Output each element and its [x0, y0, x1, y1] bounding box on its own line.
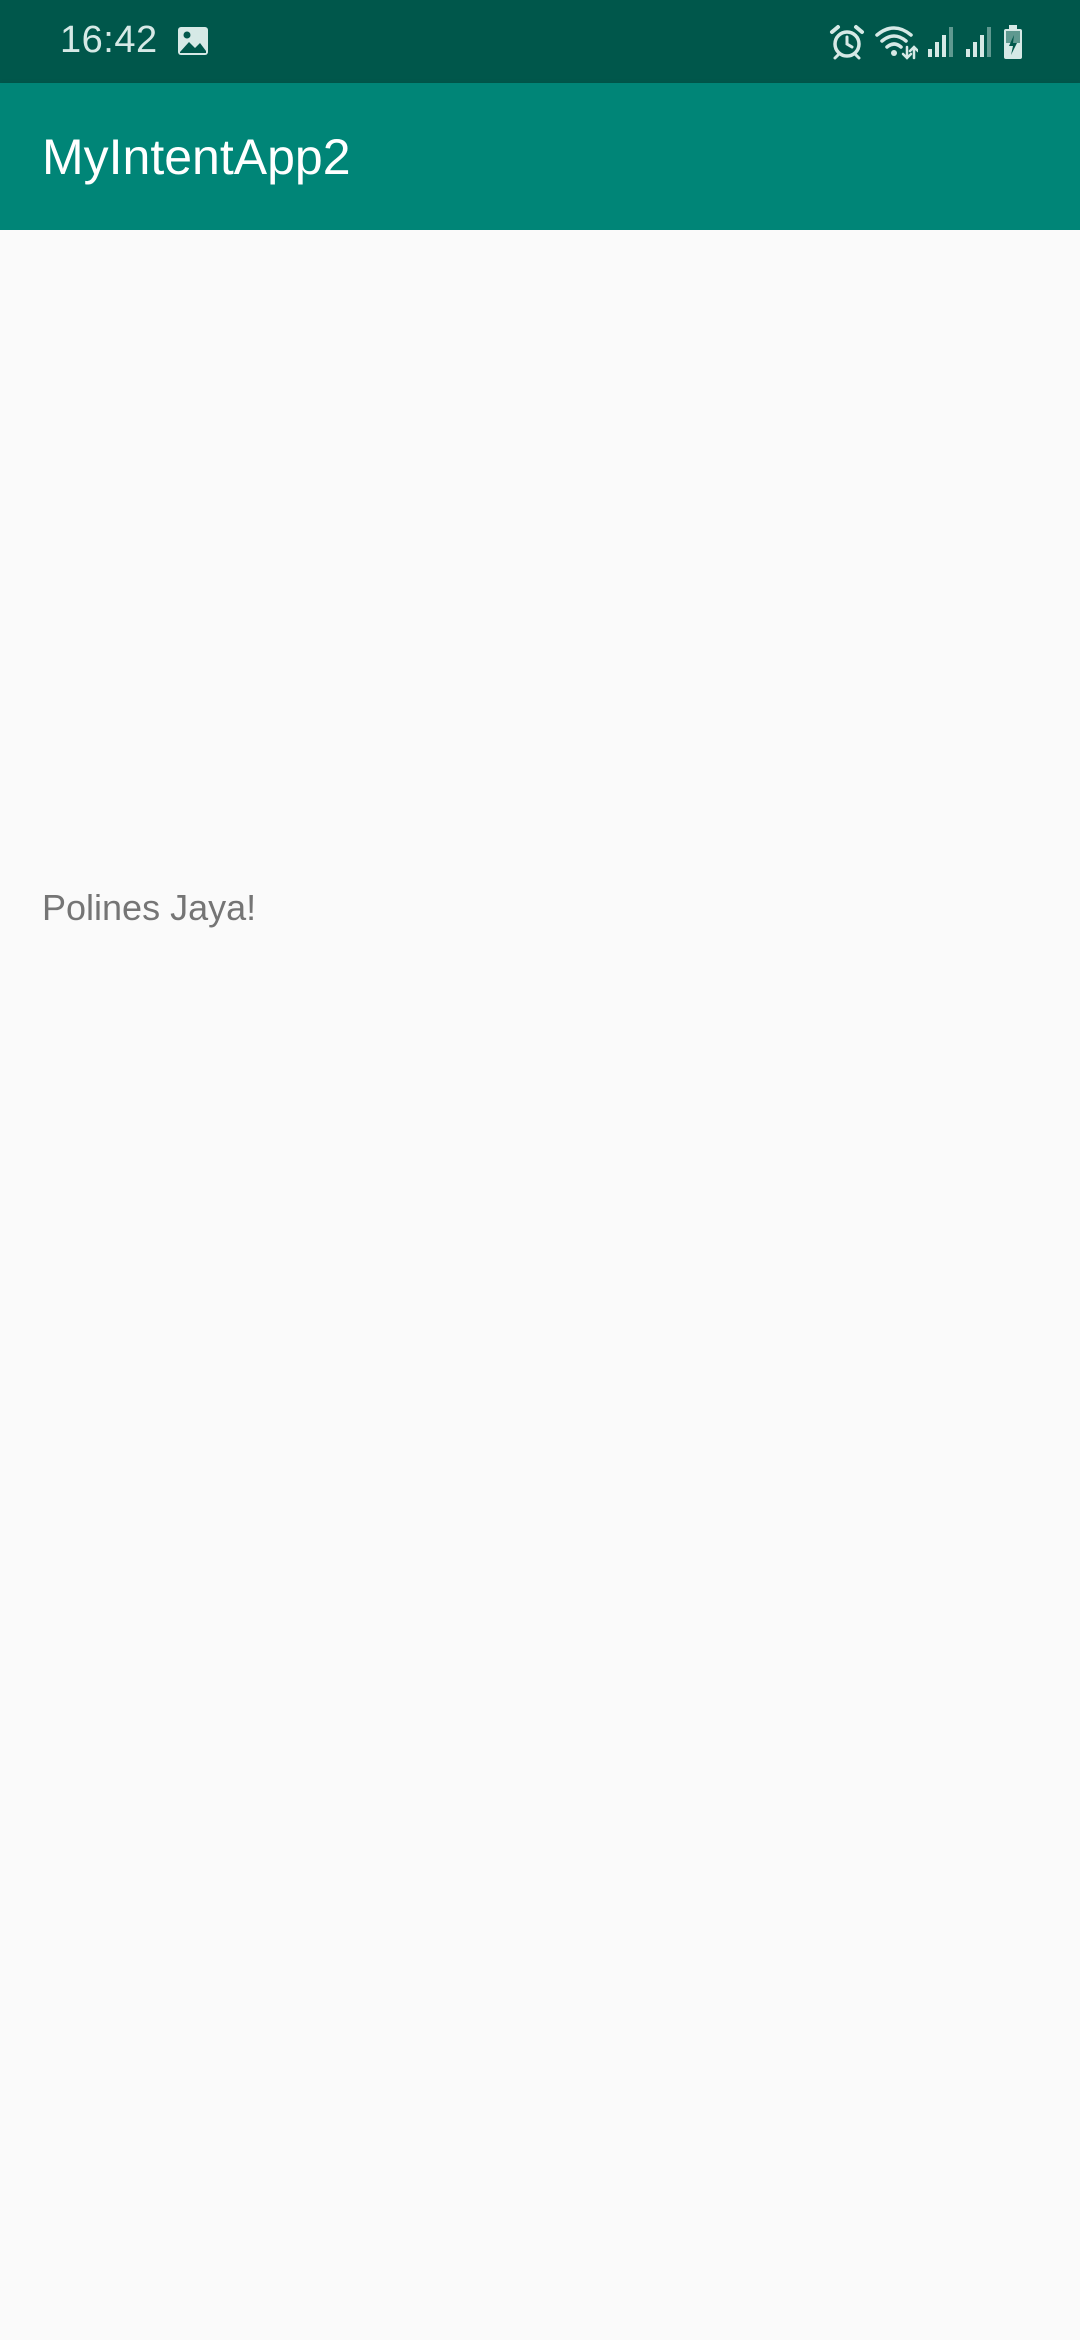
message-text: Polines Jaya!	[42, 887, 257, 928]
wifi-icon	[874, 23, 918, 61]
status-icons	[828, 20, 1024, 64]
signal-icon	[926, 25, 956, 59]
app-title: MyIntentApp2	[42, 129, 351, 185]
status-bar: 16:42	[0, 0, 1080, 83]
status-time: 16:42	[60, 19, 158, 61]
alarm-icon	[828, 23, 866, 61]
battery-charging-icon	[1002, 24, 1024, 60]
main-content: Polines Jaya!	[0, 230, 1080, 2340]
app-bar: MyIntentApp2	[0, 83, 1080, 230]
image-icon	[176, 24, 210, 58]
signal-icon	[964, 25, 994, 59]
